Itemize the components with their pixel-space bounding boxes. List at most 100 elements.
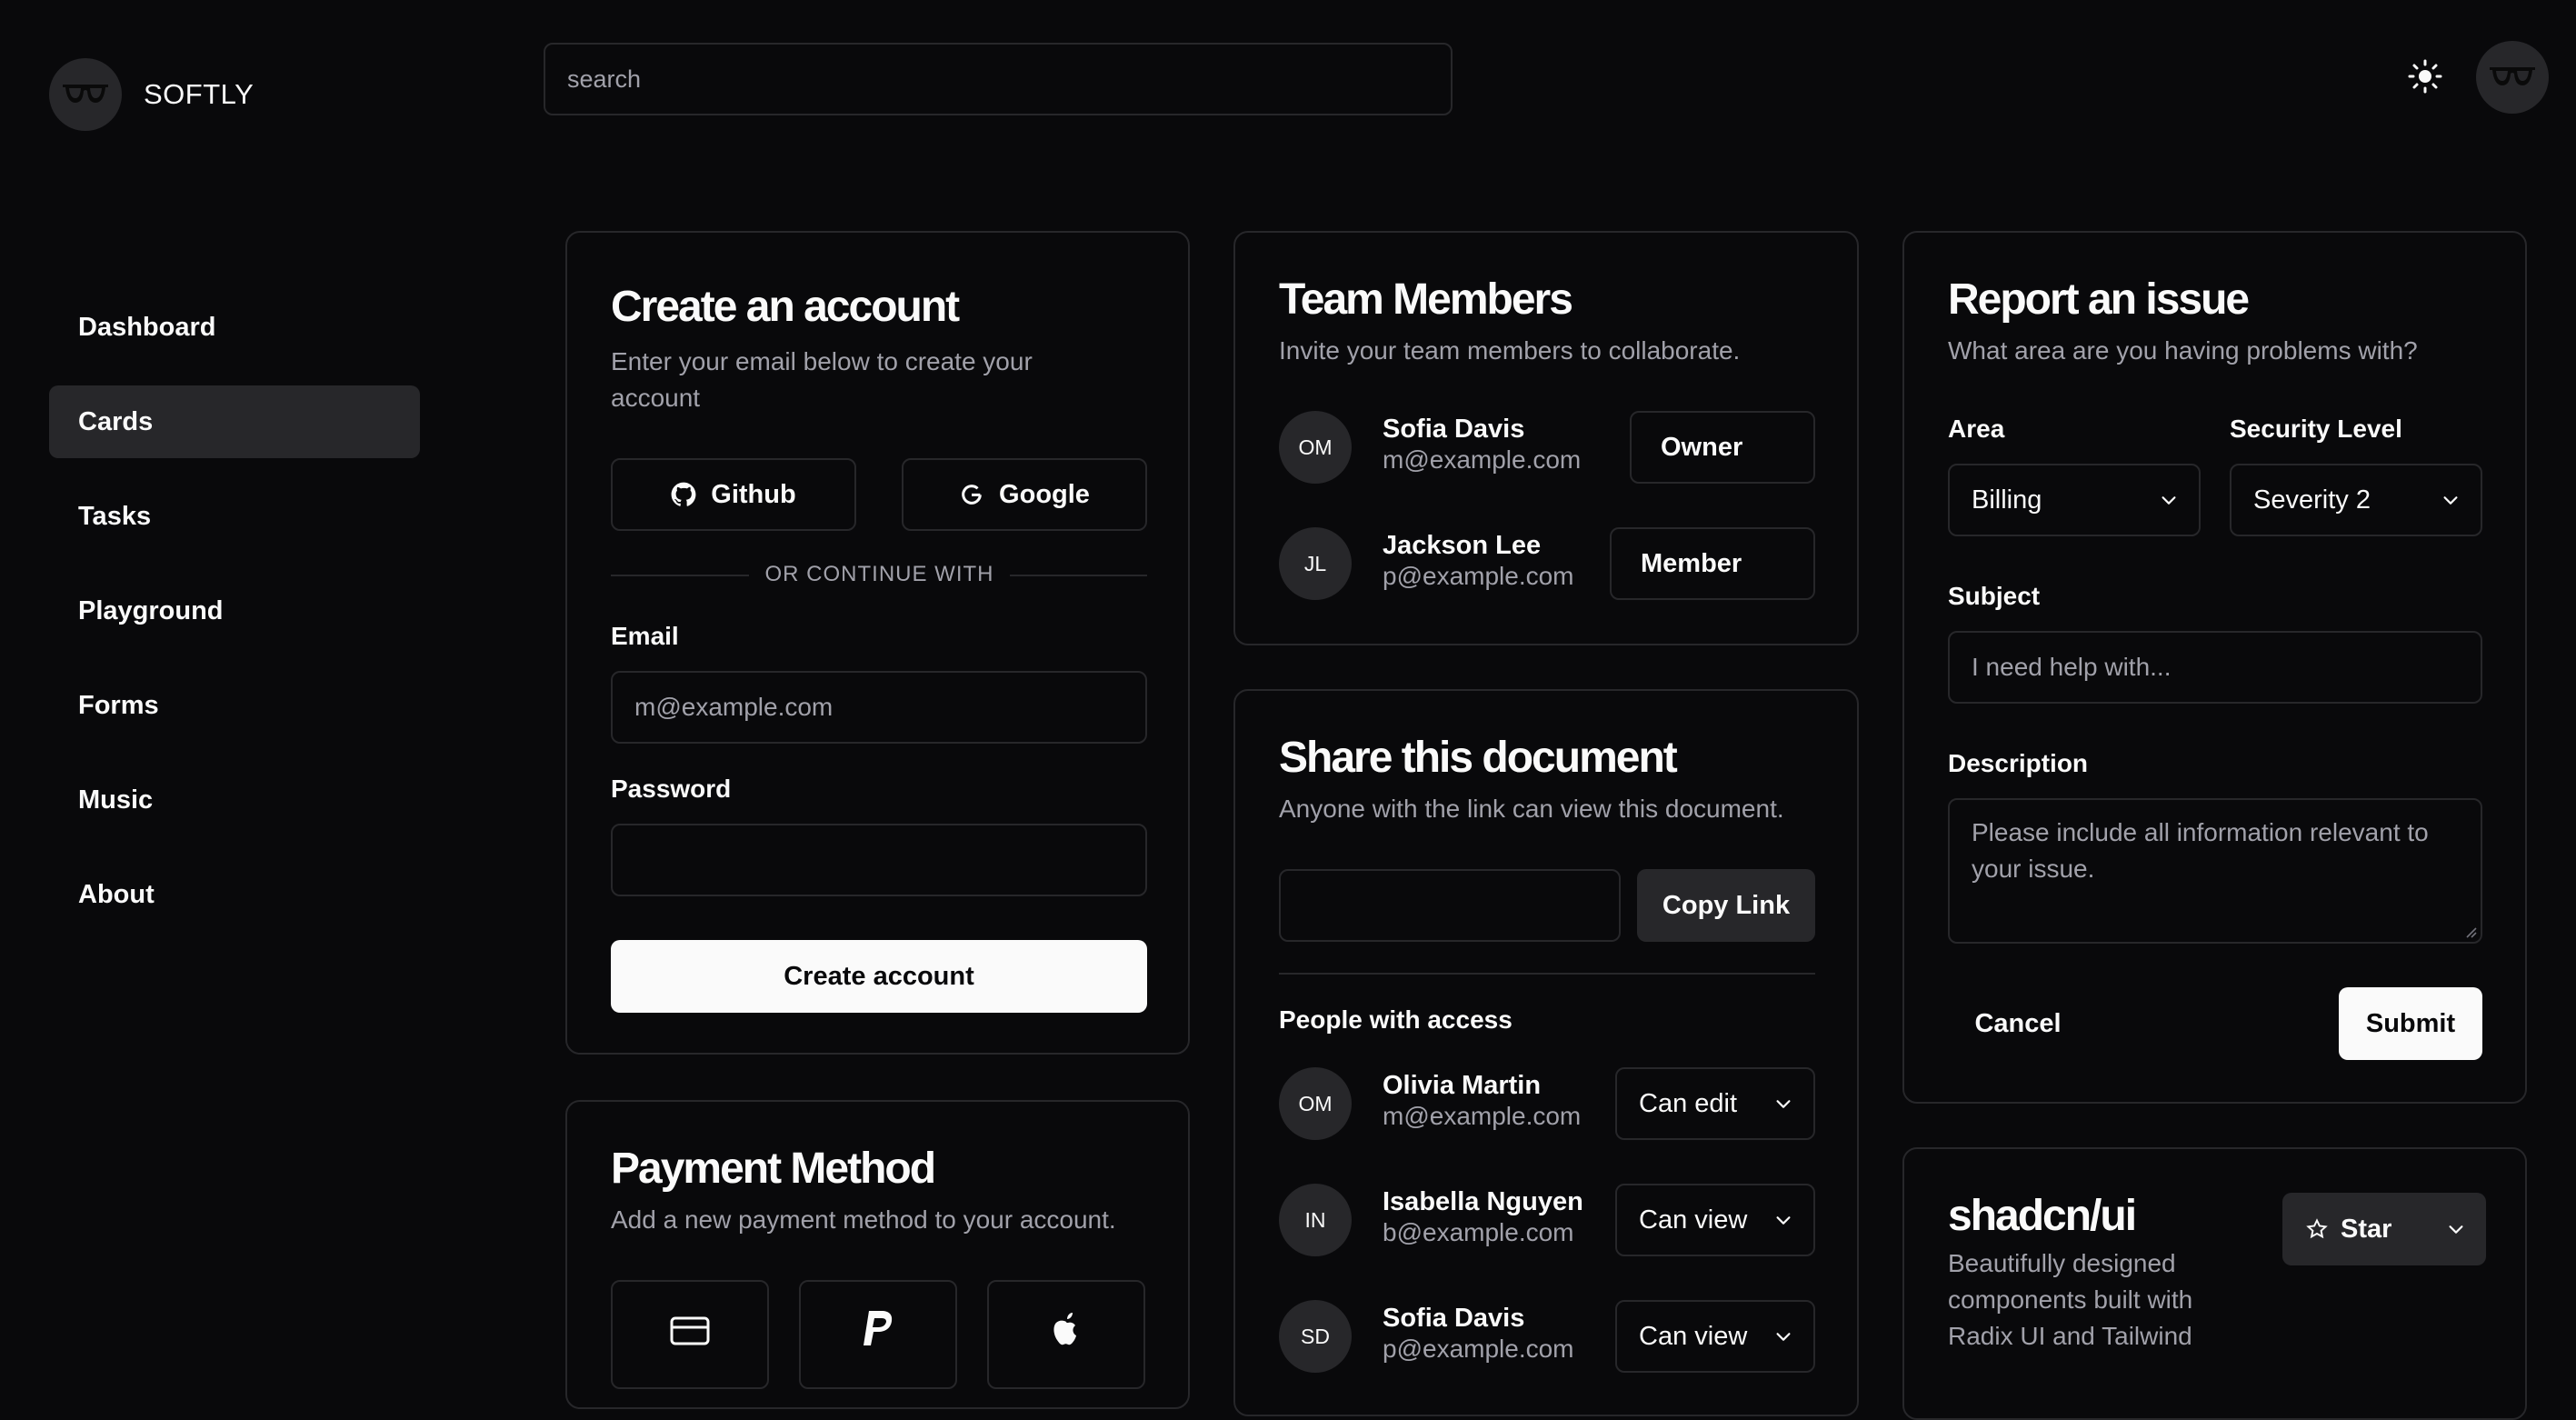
sidebar-item-label: About [78,879,155,909]
sidebar-item-dashboard[interactable]: Dashboard [49,291,420,364]
subject-placeholder: I need help with... [1972,653,2172,681]
person-email: m@example.com [1383,1102,1582,1130]
star-icon [2306,1218,2328,1239]
card-title: Report an issue [1948,275,2250,324]
star-button[interactable]: Star [2282,1193,2486,1265]
report-issue-card: Report an issue What area are you having… [1902,231,2527,1104]
avatar: OM [1279,1067,1352,1140]
sun-icon [2408,59,2442,94]
security-level-select[interactable]: Severity 2 [2230,464,2482,536]
sidebar-item-music[interactable]: Music [49,764,420,836]
description-placeholder: Please include all information relevant … [1972,818,2429,883]
permission-value: Can edit [1639,1088,1738,1118]
payment-option-apple[interactable] [987,1280,1145,1389]
area-value: Billing [1972,485,2042,515]
person-name: Sofia Davis [1383,1304,1525,1333]
star-label: Star [2341,1214,2392,1244]
password-label: Password [611,775,732,803]
paypal-icon [864,1311,893,1345]
card-description: Anyone with the link can view this docum… [1279,795,1784,823]
sidebar-item-tasks[interactable]: Tasks [49,480,420,553]
payment-option-paypal[interactable] [799,1280,957,1389]
email-label: Email [611,622,679,650]
github-icon [671,482,696,506]
share-link-input[interactable] [1279,869,1621,942]
repo-card: shadcn/ui Beautifully designed component… [1902,1147,2527,1420]
sidebar-item-label: Playground [78,595,224,625]
create-account-card: Create an account Enter your email below… [565,231,1190,1055]
credit-card-icon [670,1316,710,1345]
apple-icon [1053,1313,1076,1345]
member-email: m@example.com [1383,445,1582,474]
divider-label: OR CONTINUE WITH [748,562,1011,586]
chevron-down-icon [1776,1333,1791,1341]
card-title: Team Members [1279,275,1573,324]
permission-value: Can view [1639,1321,1748,1351]
logo-avatar[interactable] [49,58,122,131]
avatar: JL [1279,527,1352,600]
email-field[interactable]: m@example.com [611,671,1147,744]
github-label: Github [711,479,796,509]
cancel-button[interactable]: Cancel [1948,987,2088,1060]
google-label: Google [999,479,1090,509]
sidebar-item-forms[interactable]: Forms [49,669,420,742]
role-select-owner[interactable]: Owner [1630,411,1815,484]
password-field[interactable] [611,824,1147,896]
card-title: Create an account [611,283,960,331]
google-icon [962,485,982,505]
card-description: Invite your team members to collaborate. [1279,336,1741,365]
search-input[interactable]: search [544,43,1453,115]
person-name: Isabella Nguyen [1383,1187,1583,1216]
glasses-icon [2490,67,2535,85]
avatar: IN [1279,1184,1352,1256]
area-label: Area [1948,415,2005,443]
sidebar-item-playground[interactable]: Playground [49,575,420,647]
description-textarea[interactable]: Please include all information relevant … [1948,798,2482,944]
sidebar-item-label: Music [78,785,154,815]
permission-select[interactable]: Can edit [1615,1067,1815,1140]
user-avatar[interactable] [2476,41,2549,114]
resize-handle-icon[interactable] [2464,925,2477,938]
brand-name: SOFTLY [144,78,255,110]
area-select[interactable]: Billing [1948,464,2201,536]
payment-method-card: Payment Method Add a new payment method … [565,1100,1190,1409]
avatar: OM [1279,411,1352,484]
card-description: What area are you having problems with? [1948,336,2418,365]
subject-label: Subject [1948,582,2041,610]
search-placeholder: search [567,65,642,93]
role-select-member[interactable]: Member [1610,527,1815,600]
theme-toggle-button[interactable] [2407,58,2443,95]
card-description: Add a new payment method to your account… [611,1205,1116,1234]
glasses-icon [63,85,108,103]
payment-option-card[interactable] [611,1280,769,1389]
repo-title: shadcn/ui [1948,1192,2137,1240]
avatar: SD [1279,1300,1352,1373]
create-account-button[interactable]: Create account [611,940,1147,1013]
sidebar-item-label: Cards [78,406,154,436]
submit-button[interactable]: Submit [2339,987,2482,1060]
divider [1279,973,1815,975]
person-name: Olivia Martin [1383,1071,1542,1100]
member-name: Jackson Lee [1383,531,1542,560]
copy-link-button[interactable]: Copy Link [1637,869,1815,942]
team-members-card: Team Members Invite your team members to… [1233,231,1859,645]
share-document-card: Share this document Anyone with the link… [1233,689,1859,1416]
sidebar-item-cards[interactable]: Cards [49,385,420,458]
permission-select[interactable]: Can view [1615,1300,1815,1373]
github-button[interactable]: Github [611,458,856,531]
member-email: p@example.com [1383,562,1574,590]
chevron-down-icon[interactable] [2446,1219,2466,1239]
card-description: Enter your email below to create your ac… [611,347,1033,412]
divider-label-wrap: OR CONTINUE WITH [567,562,1192,587]
email-placeholder: m@example.com [634,693,834,721]
member-name: Sofia Davis [1383,415,1525,444]
google-button[interactable]: Google [902,458,1147,531]
permission-select[interactable]: Can view [1615,1184,1815,1256]
security-level-value: Severity 2 [2253,485,2371,515]
subject-field[interactable]: I need help with... [1948,631,2482,704]
person-email: b@example.com [1383,1218,1574,1246]
sidebar-item-about[interactable]: About [49,858,420,931]
description-label: Description [1948,749,2089,777]
chevron-down-icon [2443,496,2458,505]
star-button-content: Star [2306,1215,2391,1245]
